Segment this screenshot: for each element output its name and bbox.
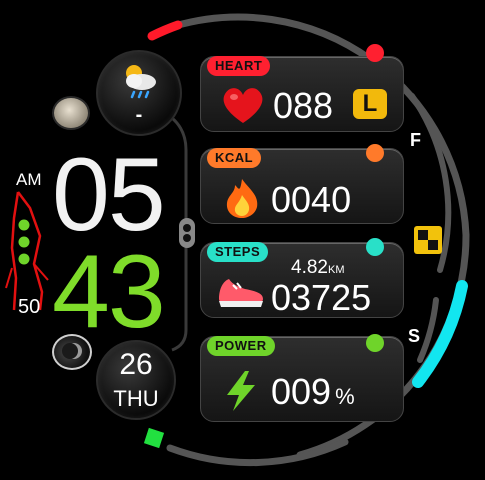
heart-icon	[223, 88, 263, 123]
date-button[interactable]: 26 THU	[96, 340, 176, 420]
kcal-pill: KCAL	[207, 148, 262, 168]
battery-number: 009	[271, 371, 332, 412]
moon-phase-button[interactable]	[52, 334, 92, 370]
heart-pill: HEART	[207, 56, 271, 76]
shoe-icon	[219, 279, 263, 307]
battery-unit: %	[335, 384, 355, 409]
heart-level-badge: L	[353, 89, 387, 119]
handle-dot	[183, 234, 191, 242]
cloud-sun-rain-icon	[126, 65, 156, 99]
distance-number: 4.82	[291, 257, 328, 278]
kcal-value: 0040	[271, 179, 352, 220]
slider-handle[interactable]	[179, 218, 195, 248]
distance-unit: KM	[327, 264, 345, 276]
start-indicator-label: S	[408, 326, 421, 346]
steps-pill: STEPS	[207, 242, 269, 262]
lightning-icon	[227, 371, 255, 411]
steps-label: STEPS	[215, 244, 261, 259]
heart-label: HEART	[215, 58, 263, 73]
heart-dot	[366, 44, 384, 62]
kcal-label: KCAL	[215, 150, 254, 165]
day-number: 26	[119, 348, 153, 381]
power-pill: POWER	[207, 336, 275, 356]
power-label: POWER	[215, 338, 267, 353]
power-dot	[366, 334, 384, 352]
handle-dot	[183, 224, 191, 232]
weather-button[interactable]: -	[96, 50, 182, 136]
battery-value: 009%	[271, 371, 355, 413]
weather-value: -	[135, 104, 143, 126]
heart-card[interactable]: HEART 088 L	[200, 56, 404, 132]
hours-value: 05	[52, 137, 166, 253]
steps-dot	[366, 238, 384, 256]
ampm-label: AM	[16, 170, 42, 189]
weekday-label: THU	[113, 386, 159, 411]
kcal-dot	[366, 144, 384, 162]
flame-icon	[226, 179, 258, 218]
heart-rate-value: 088	[273, 85, 334, 126]
seconds-level-value: 50	[18, 296, 41, 318]
checker-flag-icon	[414, 226, 442, 254]
moon-icon	[62, 343, 78, 359]
settings-knob-button[interactable]	[52, 96, 90, 130]
full-indicator-label: F	[410, 130, 421, 150]
minutes-value: 43	[52, 234, 166, 350]
steps-value: 03725	[271, 277, 372, 318]
distance-value: 4.82KM	[291, 257, 344, 279]
